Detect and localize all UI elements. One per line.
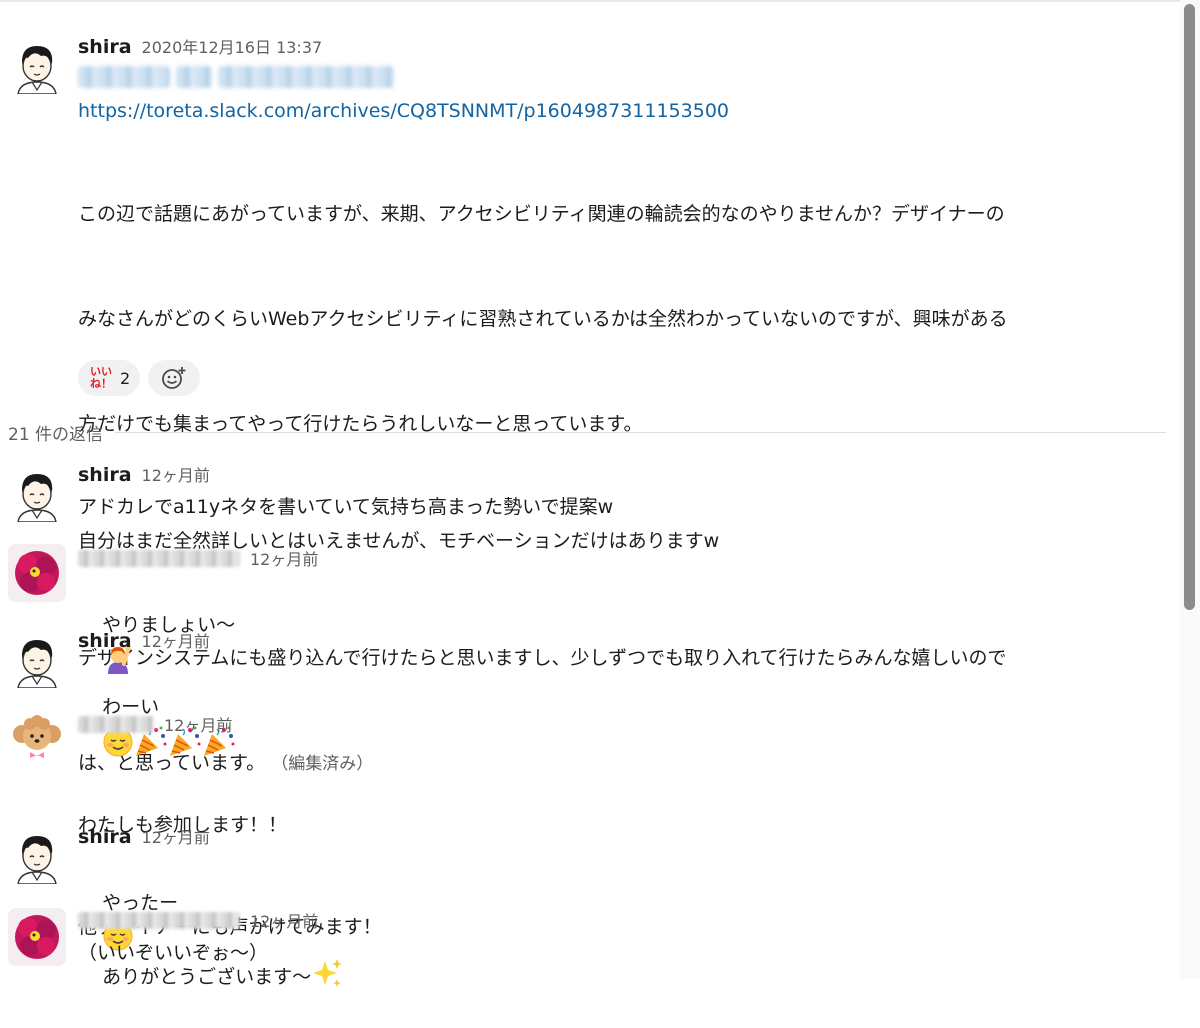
- timestamp[interactable]: 12ヶ月前: [142, 462, 210, 486]
- sender-name[interactable]: shira: [78, 826, 132, 848]
- avatar-shira-icon: [8, 464, 66, 522]
- avatar-shira-icon: [8, 630, 66, 688]
- mention: [176, 66, 212, 88]
- message-header: 12ヶ月前: [78, 712, 232, 736]
- mention[interactable]: [78, 66, 170, 88]
- iine-emoji-text: ね！: [90, 377, 112, 390]
- reply-message: shira 12ヶ月前 わーい: [0, 624, 1180, 757]
- timestamp[interactable]: 12ヶ月前: [164, 712, 232, 736]
- avatar[interactable]: [8, 908, 66, 966]
- reply-message: shira 12ヶ月前 アドカレでa11yネタを書いていて気持ち高まった勢いで提…: [0, 458, 1180, 528]
- divider-line: [115, 432, 1166, 433]
- reaction-iine[interactable]: いい ね！ 2: [78, 360, 141, 396]
- reactions-bar: いい ね！ 2: [78, 360, 201, 396]
- avatar-poodle-icon: [8, 710, 66, 768]
- timestamp[interactable]: 12ヶ月前: [250, 908, 318, 932]
- message-header: 12ヶ月前: [78, 546, 318, 570]
- replies-divider: 21 件の返信: [8, 420, 1166, 445]
- reply-message: shira 12ヶ月前 やったー ありがとうございます〜: [0, 820, 1180, 988]
- sender-name-blurred[interactable]: [78, 549, 240, 567]
- mention[interactable]: [218, 66, 394, 88]
- avatar-pink-fluffy-icon: [8, 908, 66, 966]
- timestamp[interactable]: 2020年12月16日 13:37: [142, 34, 323, 58]
- timestamp[interactable]: 12ヶ月前: [142, 628, 210, 652]
- timestamp[interactable]: 12ヶ月前: [142, 824, 210, 848]
- message-header: 12ヶ月前: [78, 908, 318, 932]
- iine-emoji-icon: いい ね！: [88, 365, 114, 391]
- sender-name-blurred[interactable]: [78, 715, 154, 733]
- reaction-count: 2: [120, 368, 131, 388]
- avatar[interactable]: [8, 826, 66, 884]
- message-line: みなさんがどのくらいWebアクセシビリティに習熟されているかは全然わかっていない…: [78, 308, 1008, 330]
- timestamp[interactable]: 12ヶ月前: [250, 546, 318, 570]
- message-header: shira 12ヶ月前: [78, 824, 210, 848]
- reply-message: 12ヶ月前 わたしも参加します！！ 他デザイナーにも声かけてみます！: [0, 706, 1180, 938]
- message-line: この辺で話題にあがっていますが、来期、アクセシビリティ関連の輪読会的なのやりませ…: [78, 203, 1005, 225]
- replies-count-label: 21 件の返信: [8, 425, 104, 445]
- sender-name[interactable]: shira: [78, 630, 132, 652]
- avatar[interactable]: [8, 464, 66, 522]
- message-text: アドカレでa11yネタを書いていて気持ち高まった勢いで提案w: [78, 496, 614, 518]
- avatar-shira-icon: [8, 826, 66, 884]
- message-header: shira 12ヶ月前: [78, 462, 210, 486]
- avatar-pink-fluffy-icon: [8, 544, 66, 602]
- parent-message: shira 2020年12月16日 13:37 https://toreta.s…: [0, 0, 1180, 774]
- sender-name[interactable]: shira: [78, 464, 132, 486]
- scrollbar[interactable]: [1180, 0, 1200, 979]
- reply-message: 12ヶ月前 （いいぞいいぞぉ〜）: [0, 902, 1180, 979]
- reply-message: 12ヶ月前 やりましょい〜: [0, 540, 1180, 674]
- mentions: [78, 63, 394, 91]
- message-header: shira 2020年12月16日 13:37: [78, 34, 322, 58]
- message-text: （いいぞいいぞぉ〜）: [78, 942, 269, 964]
- sender-name[interactable]: shira: [78, 36, 132, 58]
- avatar[interactable]: [8, 630, 66, 688]
- avatar[interactable]: [8, 710, 66, 768]
- add-reaction-icon: [162, 367, 186, 389]
- message-header: shira 12ヶ月前: [78, 628, 210, 652]
- avatar[interactable]: [8, 544, 66, 602]
- sender-name-blurred[interactable]: [78, 911, 240, 929]
- add-reaction-button[interactable]: [148, 360, 201, 396]
- message-link[interactable]: https://toreta.slack.com/archives/CQ8TSN…: [78, 96, 729, 126]
- avatar-shira-icon: [8, 36, 66, 94]
- scrollbar-thumb[interactable]: [1184, 4, 1195, 610]
- avatar[interactable]: [8, 36, 66, 94]
